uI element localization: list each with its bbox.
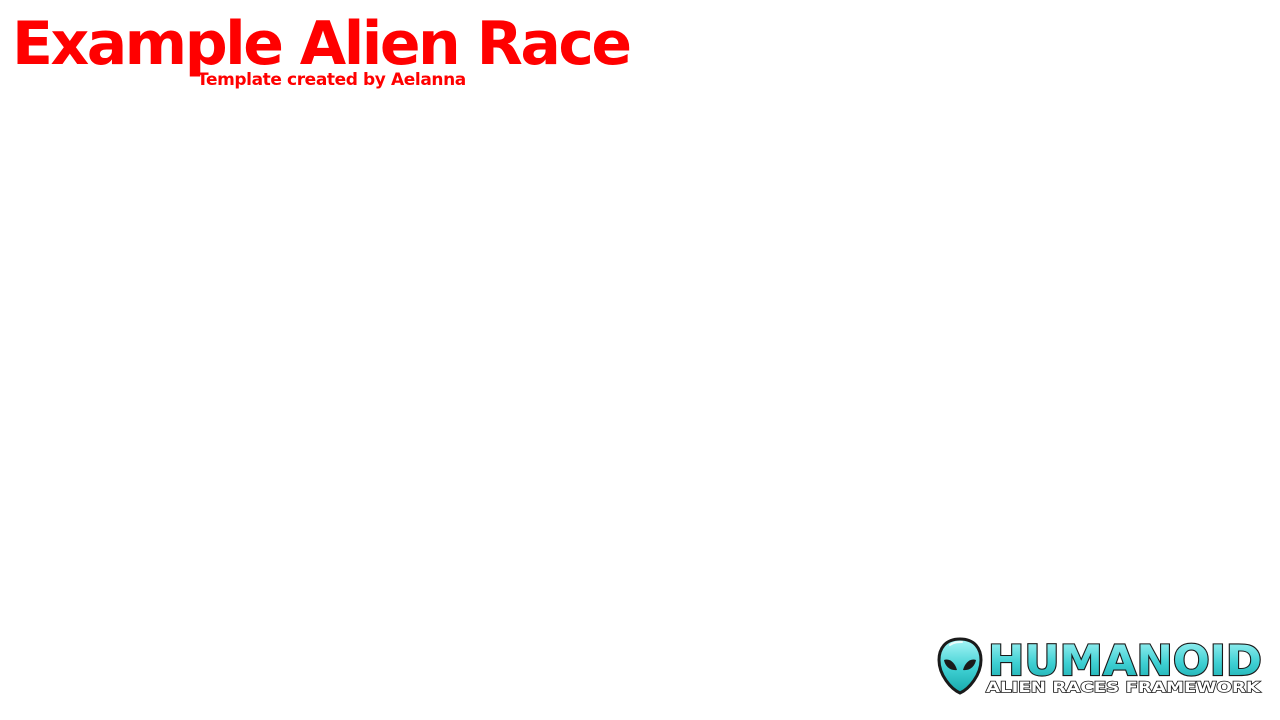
logo-wordmark: HUMANOID [988, 636, 1262, 685]
humanoid-logo: HUMANOID ALIEN RACES FRAMEWORK [936, 636, 1266, 698]
template-credit: Template created by Aelanna [197, 70, 466, 90]
template-canvas: Example Alien Race Template created by A… [0, 0, 1280, 720]
alien-head-icon [937, 637, 983, 695]
logo-tagline: ALIEN RACES FRAMEWORK [986, 680, 1261, 696]
